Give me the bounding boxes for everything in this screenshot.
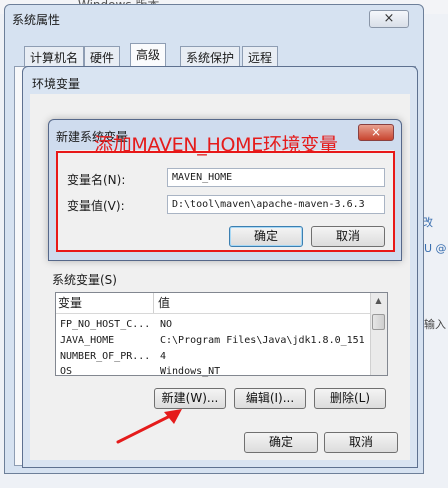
table-row-value[interactable]: NO: [160, 318, 368, 332]
tab-computer-name[interactable]: 计算机名: [24, 46, 85, 66]
column-header-value[interactable]: 值: [158, 293, 370, 313]
env-cancel-button[interactable]: 取消: [324, 432, 398, 453]
table-row-value[interactable]: Windows_NT: [160, 365, 368, 379]
annotation-highlight-box: [56, 151, 395, 252]
table-row-value[interactable]: C:\Program Files\Java\jdk1.8.0_151: [160, 334, 368, 348]
background-text-email: U @: [424, 242, 447, 255]
tab-system-protection[interactable]: 系统保护: [180, 46, 241, 66]
annotation-arrow-icon: [116, 409, 182, 444]
environment-variables-title: 环境变量: [32, 77, 81, 91]
table-row-name[interactable]: FP_NO_HOST_C...: [60, 318, 156, 332]
table-row-name[interactable]: OS: [60, 365, 156, 379]
tab-hardware[interactable]: 硬件: [84, 46, 121, 66]
table-row-name[interactable]: JAVA_HOME: [60, 334, 156, 348]
system-variables-label: 系统变量(S): [52, 273, 117, 287]
column-header-variable[interactable]: 变量: [58, 293, 154, 313]
table-row-name[interactable]: NUMBER_OF_PR...: [60, 350, 156, 364]
scroll-up-icon[interactable]: ▲: [372, 295, 385, 307]
edit-variable-button[interactable]: 编辑(I)...: [234, 388, 306, 409]
tab-remote[interactable]: 远程: [242, 46, 279, 66]
background-text-input: 输入: [424, 318, 446, 331]
close-icon[interactable]: ×: [369, 10, 409, 28]
scrollbar-thumb[interactable]: [372, 314, 385, 330]
annotation-caption: 添加MAVEN_HOME环境变量: [94, 134, 338, 156]
tab-advanced[interactable]: 高级: [130, 43, 167, 67]
table-row-value[interactable]: 4: [160, 350, 368, 364]
env-ok-button[interactable]: 确定: [244, 432, 318, 453]
table-header-divider: [56, 313, 370, 314]
close-icon[interactable]: ×: [358, 124, 394, 141]
system-properties-title: 系统属性: [12, 13, 61, 27]
delete-variable-button[interactable]: 删除(L): [314, 388, 386, 409]
